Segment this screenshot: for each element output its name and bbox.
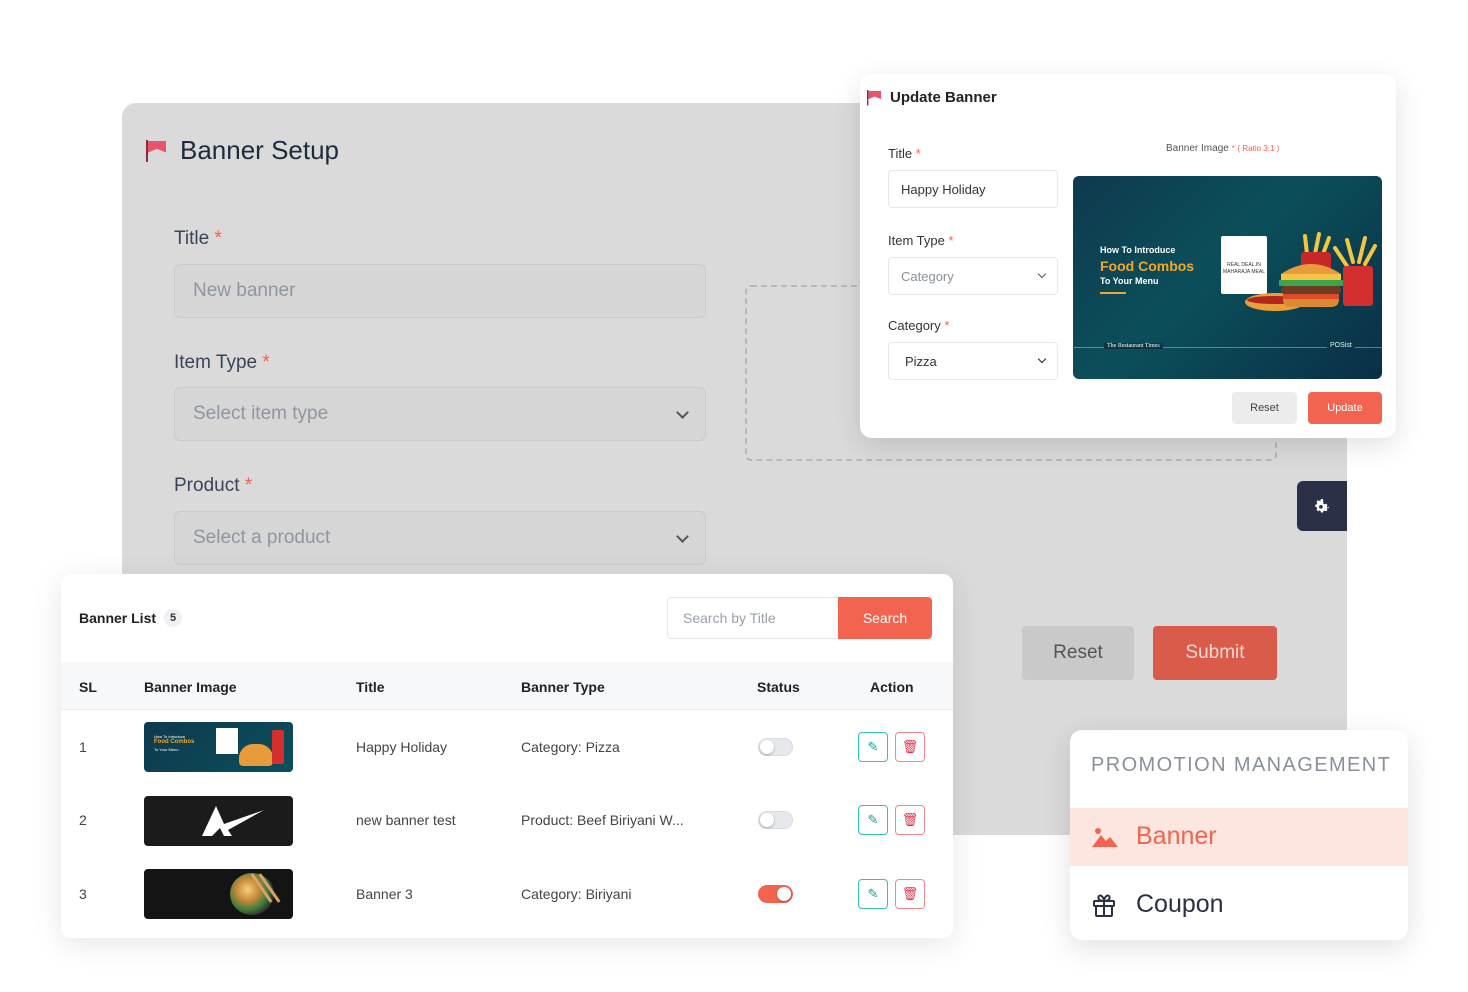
- update-reset-button[interactable]: Reset: [1232, 392, 1297, 424]
- banner-thumbnail: How To Introduce Food Combos To Your Men…: [144, 722, 293, 772]
- title-input[interactable]: New banner: [174, 264, 706, 318]
- flag-icon: [146, 139, 168, 162]
- status-toggle[interactable]: [758, 885, 793, 903]
- col-sl: SL: [79, 679, 97, 695]
- banner-setup-title: Banner Setup: [146, 135, 339, 166]
- search-button[interactable]: Search: [838, 597, 932, 639]
- gift-icon: [1093, 894, 1115, 917]
- pencil-icon: ✎: [867, 739, 879, 754]
- update-button[interactable]: Update: [1308, 392, 1382, 424]
- col-banner-type: Banner Type: [521, 679, 605, 695]
- row-title: Banner 3: [356, 886, 413, 902]
- banner-image-label: Banner Image * ( Ratio 3:1 ): [1166, 143, 1280, 154]
- chevron-down-icon: [676, 405, 689, 419]
- search-input[interactable]: Search by Title: [667, 597, 838, 639]
- banner-text-line2: Food Combos: [1100, 258, 1195, 274]
- image-icon: [1092, 827, 1118, 847]
- row-sl: 1: [79, 739, 87, 755]
- item-type-select[interactable]: Select item type: [174, 387, 706, 441]
- delete-button[interactable]: 🗑: [895, 732, 925, 762]
- col-banner-image: Banner Image: [144, 679, 237, 695]
- delete-button[interactable]: 🗑: [895, 805, 925, 835]
- edit-button[interactable]: ✎: [858, 879, 888, 909]
- title-label: Title *: [174, 228, 222, 249]
- status-toggle[interactable]: [758, 811, 793, 829]
- promotion-heading: PROMOTION MANAGEMENT: [1091, 754, 1392, 776]
- banner-text-line3: To Your Menu: [1100, 276, 1159, 286]
- trash-icon: 🗑: [901, 886, 919, 901]
- banner-footer-left: The Restaurant Times: [1104, 343, 1163, 349]
- menu-item-banner-content[interactable]: Banner: [1091, 822, 1217, 851]
- chevron-down-icon: [1037, 269, 1047, 279]
- status-toggle[interactable]: [758, 738, 793, 756]
- update-category-select[interactable]: Pizza: [888, 342, 1058, 380]
- pencil-icon: ✎: [867, 886, 879, 901]
- pencil-icon: ✎: [867, 812, 879, 827]
- banner-image-preview[interactable]: How To Introduce Food Combos To Your Men…: [1073, 176, 1382, 379]
- gear-icon: [1315, 499, 1329, 513]
- submit-button[interactable]: Submit: [1153, 626, 1277, 680]
- row-type: Product: Beef Biriyani W...: [521, 812, 684, 828]
- settings-button[interactable]: [1297, 481, 1347, 531]
- chevron-down-icon: [1037, 354, 1047, 364]
- update-banner-title: Update Banner: [867, 89, 997, 106]
- row-title: Happy Holiday: [356, 739, 448, 755]
- banner-footer-right: POSist: [1327, 342, 1355, 349]
- burger-illustration: [1245, 232, 1377, 311]
- delete-button[interactable]: 🗑: [895, 879, 925, 909]
- update-title-input[interactable]: Happy Holiday: [888, 170, 1058, 208]
- banner-thumbnail: [144, 869, 293, 919]
- row-sl: 3: [79, 886, 87, 902]
- banner-list-title: Banner List 5: [79, 609, 183, 627]
- product-label: Product *: [174, 475, 253, 496]
- trash-icon: 🗑: [901, 739, 919, 754]
- row-type: Category: Pizza: [521, 739, 620, 755]
- count-badge: 5: [164, 609, 183, 627]
- row-sl: 2: [79, 812, 87, 828]
- col-title: Title: [356, 679, 385, 695]
- banner-text-line1: How To Introduce: [1100, 245, 1176, 255]
- reset-button[interactable]: Reset: [1022, 626, 1134, 680]
- col-action: Action: [870, 679, 914, 695]
- update-title-label: Title *: [888, 146, 921, 161]
- menu-item-coupon[interactable]: Coupon: [1091, 890, 1224, 919]
- item-type-label: Item Type *: [174, 352, 270, 373]
- chevron-down-icon: [676, 529, 689, 543]
- update-category-label: Category *: [888, 318, 950, 333]
- flag-icon: [867, 89, 878, 105]
- col-status: Status: [757, 679, 800, 695]
- update-item-type-select[interactable]: Category: [888, 257, 1058, 295]
- product-select[interactable]: Select a product: [174, 511, 706, 565]
- row-title: new banner test: [356, 812, 456, 828]
- row-type: Category: Biriyani: [521, 886, 632, 902]
- banner-thumbnail: [144, 796, 293, 846]
- trash-icon: 🗑: [901, 812, 919, 827]
- update-item-type-label: Item Type *: [888, 233, 954, 248]
- edit-button[interactable]: ✎: [858, 732, 888, 762]
- edit-button[interactable]: ✎: [858, 805, 888, 835]
- brand-logo-icon: [202, 806, 264, 836]
